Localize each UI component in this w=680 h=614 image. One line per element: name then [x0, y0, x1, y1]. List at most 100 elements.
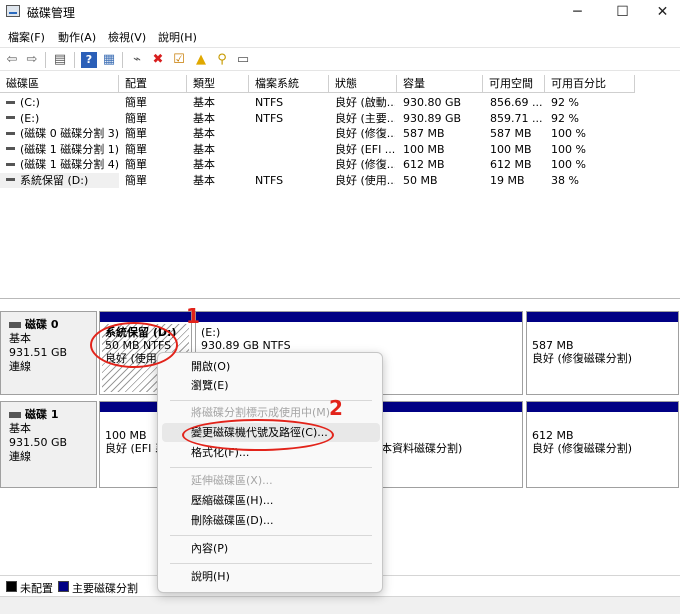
column-header-layout[interactable]: 配置 — [119, 75, 187, 93]
volume-name: (磁碟 0 磁碟分割 3) — [20, 127, 119, 140]
column-header-filesystem[interactable]: 檔案系統 — [249, 75, 329, 93]
cell-capacity: 930.80 GB — [403, 96, 462, 109]
column-header-free-space[interactable]: 可用空間 — [483, 75, 545, 93]
cell-status: 良好 (使用... — [335, 173, 395, 187]
cell-capacity: 100 MB — [403, 142, 445, 156]
cell-layout: 簡單 — [125, 127, 147, 140]
menu-item-open[interactable]: 開啟(O) — [162, 357, 380, 376]
cell-type: 基本 — [193, 158, 215, 171]
disk-title: 磁碟 1 — [25, 408, 59, 421]
cell-type: 基本 — [193, 142, 215, 156]
check-icon[interactable]: ☑ — [171, 52, 187, 68]
menu-item-help[interactable]: 說明(H) — [162, 567, 380, 586]
table-row[interactable]: (磁碟 1 磁碟分割 1) 簡單 基本 良好 (EFI ... 100 MB 1… — [0, 142, 680, 158]
cell-capacity: 50 MB — [403, 173, 438, 187]
status-bar — [0, 596, 680, 614]
volume-name: (E:) — [20, 111, 40, 125]
menu-separator — [170, 535, 372, 536]
annotation-number-2: 2 — [329, 396, 343, 420]
column-header-type[interactable]: 類型 — [187, 75, 249, 93]
volume-icon — [6, 116, 15, 119]
cell-percent-free: 100 % — [551, 142, 586, 156]
title-bar: 磁碟管理 ─ ☐ ✕ — [0, 0, 680, 24]
folder-up-icon[interactable]: ▲ — [193, 52, 209, 68]
cell-capacity: 587 MB — [403, 127, 445, 140]
partition-recovery-1[interactable]: 612 MB 良好 (修復磁碟分割) — [526, 401, 679, 488]
partition-status: 良好 (修復磁碟分割) — [532, 352, 633, 365]
search-icon[interactable]: ⚲ — [214, 52, 230, 68]
cell-status: 良好 (主要... — [335, 111, 395, 125]
toolbar: ⇦ ⇨ ▤ ? ▦ ⌁ ✖ ☑ ▲ ⚲ ▭ — [0, 47, 680, 71]
table-row[interactable]: (磁碟 1 磁碟分割 4) 簡單 基本 良好 (修復... 612 MB 612… — [0, 157, 680, 173]
connect-icon[interactable]: ⌁ — [129, 52, 145, 68]
column-header-volume[interactable]: 磁碟區 — [0, 75, 119, 93]
partition-recovery-0[interactable]: 587 MB 良好 (修復磁碟分割) — [526, 311, 679, 395]
column-header-capacity[interactable]: 容量 — [397, 75, 483, 93]
partition-size: 587 MB — [532, 339, 574, 352]
volume-name: (磁碟 1 磁碟分割 4) — [20, 158, 119, 171]
disk-title: 磁碟 0 — [25, 318, 59, 331]
disk-0-info[interactable]: 磁碟 0 基本 931.51 GB 連線 — [0, 311, 97, 395]
partition-bar — [527, 312, 678, 322]
cell-status: 良好 (修復... — [335, 127, 395, 140]
volume-icon — [6, 178, 15, 181]
cell-layout: 簡單 — [125, 173, 147, 187]
cell-free-space: 19 MB — [490, 173, 525, 187]
settings-icon[interactable]: ▭ — [235, 52, 251, 68]
back-icon[interactable]: ⇦ — [4, 52, 20, 68]
cell-free-space: 859.71 ... — [490, 111, 543, 125]
forward-icon[interactable]: ⇨ — [24, 52, 40, 68]
disk-status: 連線 — [9, 360, 31, 373]
disk-status: 連線 — [9, 450, 31, 463]
delete-icon[interactable]: ✖ — [150, 52, 166, 68]
table-row[interactable]: (E:) 簡單 基本 NTFS 良好 (主要... 930.89 GB 859.… — [0, 111, 680, 127]
minimize-button[interactable]: ─ — [555, 0, 600, 24]
annotation-number-1: 1 — [186, 304, 200, 328]
menu-file[interactable]: 檔案(F) — [8, 29, 45, 45]
maximize-button[interactable]: ☐ — [600, 0, 645, 24]
toolbar-separator — [74, 52, 75, 68]
annotation-circle-1 — [90, 322, 178, 368]
disk-1-info[interactable]: 磁碟 1 基本 931.50 GB 連線 — [0, 401, 97, 488]
cell-percent-free: 92 % — [551, 111, 579, 125]
legend-primary-partition: 主要磁碟分割 — [72, 582, 138, 595]
volume-icon — [6, 147, 15, 150]
cell-status: 良好 (修復... — [335, 158, 395, 171]
properties-icon[interactable]: ▦ — [101, 52, 117, 68]
cell-free-space: 100 MB — [490, 142, 532, 156]
disk-icon — [9, 412, 21, 418]
menu-item-delete-volume[interactable]: 刪除磁碟區(D)... — [162, 511, 380, 530]
cell-filesystem: NTFS — [255, 96, 284, 109]
menu-view[interactable]: 檢視(V) — [108, 29, 146, 45]
primary-partition-swatch — [58, 581, 69, 592]
column-header-status[interactable]: 狀態 — [329, 75, 397, 93]
menu-separator — [170, 563, 372, 564]
column-header-percent-free[interactable]: 可用百分比 — [545, 75, 635, 93]
console-tree-icon[interactable]: ▤ — [52, 52, 68, 68]
table-row[interactable]: (C:) 簡單 基本 NTFS 良好 (啟動... 930.80 GB 856.… — [0, 95, 680, 111]
disk-type: 基本 — [9, 332, 31, 345]
cell-type: 基本 — [193, 127, 215, 140]
table-row[interactable]: (磁碟 0 磁碟分割 3) 簡單 基本 良好 (修復... 587 MB 587… — [0, 126, 680, 142]
cell-filesystem: NTFS — [255, 173, 284, 187]
cell-capacity: 930.89 GB — [403, 111, 462, 125]
cell-free-space: 612 MB — [490, 158, 532, 171]
cell-type: 基本 — [193, 111, 215, 125]
disk-size: 931.50 GB — [9, 436, 68, 449]
menu-action[interactable]: 動作(A) — [58, 29, 96, 45]
cell-layout: 簡單 — [125, 142, 147, 156]
table-row[interactable]: 系統保留 (D:) 簡單 基本 NTFS 良好 (使用... 50 MB 19 … — [0, 172, 680, 189]
help-icon[interactable]: ? — [81, 52, 97, 68]
menu-item-extend-volume: 延伸磁碟區(X)... — [191, 474, 273, 487]
cell-percent-free: 92 % — [551, 96, 579, 109]
menu-item-shrink-volume[interactable]: 壓縮磁碟區(H)... — [162, 491, 380, 510]
cell-capacity: 612 MB — [403, 158, 445, 171]
cell-percent-free: 100 % — [551, 158, 586, 171]
menu-item-explore[interactable]: 瀏覽(E) — [162, 376, 380, 395]
close-button[interactable]: ✕ — [640, 0, 680, 24]
menu-item-properties[interactable]: 內容(P) — [162, 539, 380, 558]
disk-size: 931.51 GB — [9, 346, 68, 359]
menu-help[interactable]: 說明(H) — [158, 29, 197, 45]
cell-layout: 簡單 — [125, 111, 147, 125]
menu-bar: 檔案(F) 動作(A) 檢視(V) 說明(H) — [0, 26, 680, 46]
